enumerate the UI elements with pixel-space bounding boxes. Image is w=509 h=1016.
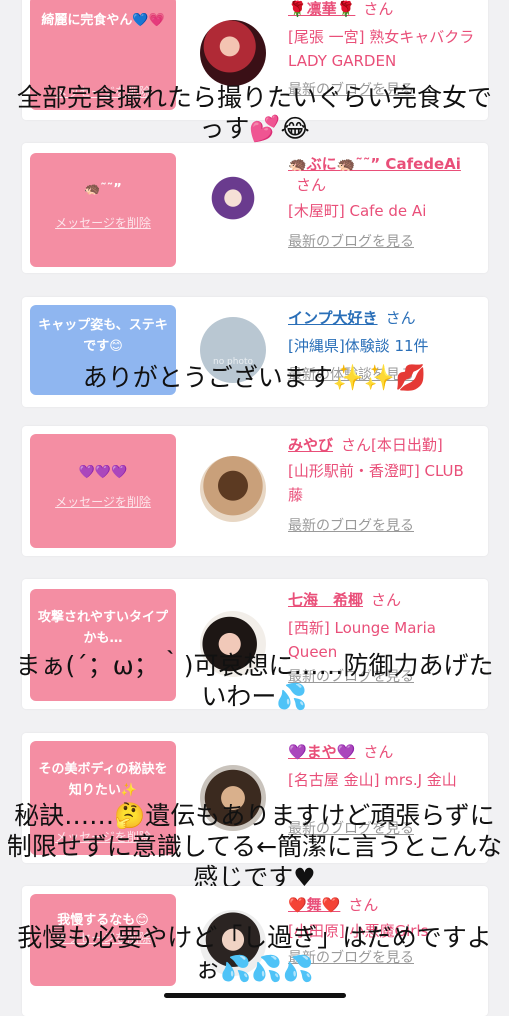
honorific: さん bbox=[371, 591, 402, 609]
user-name-link[interactable]: 🌹凛華🌹 bbox=[288, 0, 355, 18]
delete-message-link[interactable]: メッセージを削除 bbox=[30, 493, 176, 510]
reply-overlay-text: 秘訣……🤔遺伝もありますけど頑張らずに制限せずに意識してる←簡潔に言うとこんな感… bbox=[6, 801, 503, 892]
message-text: 💜💜💜 bbox=[78, 465, 128, 480]
user-name-link[interactable]: 💜まや💜 bbox=[288, 743, 355, 761]
message-text: 綺麗に完食やん💙💗 bbox=[41, 13, 165, 28]
avatar[interactable] bbox=[200, 20, 266, 86]
shop-name: [名古屋 金山] mrs.J 金山 bbox=[288, 771, 457, 789]
reply-overlay-text: ありがとうございます✨✨💋 bbox=[82, 363, 427, 392]
user-name-link[interactable]: インプ大好き bbox=[288, 309, 378, 327]
avatar[interactable] bbox=[200, 173, 266, 239]
message-bubble: 💜💜💜 メッセージを削除 bbox=[30, 434, 176, 548]
honorific: さん bbox=[348, 896, 379, 914]
message-text: その美ボディの秘訣を知りたい✨ bbox=[38, 762, 168, 798]
user-name-link[interactable]: ❤️舞❤️ bbox=[288, 896, 340, 914]
honorific: さん bbox=[296, 176, 327, 194]
user-name-link[interactable]: みやび bbox=[288, 436, 333, 454]
message-card-4: 💜💜💜 メッセージを削除 みやび さん[本日出勤] [山形駅前・香澄町] CLUB… bbox=[22, 426, 488, 556]
shop-name: [尾張 一宮] 熟女キャバクラ LADY GARDEN bbox=[288, 28, 475, 70]
reply-overlay-text: 我慢も必要やけど「し過ぎ」はだめですよぉ💦💦💦 bbox=[17, 923, 492, 983]
message-text: 🦔˜˜” bbox=[84, 182, 122, 197]
reply-overlay-text: 全部完食撮れたら撮りたいぐらい完食女でっす💕😂 bbox=[16, 83, 492, 143]
honorific: さん bbox=[363, 743, 394, 761]
honorific: さん[本日出勤] bbox=[341, 436, 443, 454]
message-card-2: 🦔˜˜” メッセージを削除 🦔ぶに🦔˜˜” CafedeAi さん [木屋町] C… bbox=[22, 143, 488, 273]
message-bubble: 🦔˜˜” メッセージを削除 bbox=[30, 153, 176, 267]
review-count: [沖縄県]体験談 11件 bbox=[288, 337, 429, 355]
avatar[interactable] bbox=[200, 456, 266, 522]
message-text: キャップ姿も、ステキです😊 bbox=[38, 318, 168, 354]
message-text: 攻撃されやすいタイプかも… bbox=[38, 610, 169, 646]
honorific: さん bbox=[363, 0, 394, 18]
reply-overlay-text: まぁ(´；ω；｀)可哀想に……防御力あげたいわー💦 bbox=[15, 651, 494, 711]
home-indicator[interactable] bbox=[164, 993, 346, 998]
blog-link[interactable]: 最新のブログを見る bbox=[288, 515, 478, 537]
blog-link[interactable]: 最新のブログを見る bbox=[288, 231, 478, 253]
shop-name: [山形駅前・香澄町] CLUB 藤 bbox=[288, 462, 464, 504]
shop-name: [木屋町] Cafe de Ai bbox=[288, 202, 427, 220]
honorific: さん bbox=[385, 309, 416, 327]
delete-message-link[interactable]: メッセージを削除 bbox=[30, 214, 176, 231]
user-name-link[interactable]: 七海 希椰 bbox=[288, 591, 363, 609]
user-name-link[interactable]: 🦔ぶに🦔˜˜” CafedeAi bbox=[288, 155, 461, 173]
